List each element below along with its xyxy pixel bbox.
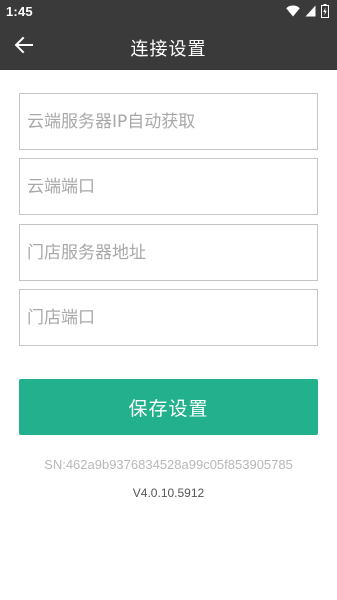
cloud-server-ip-input[interactable]	[20, 94, 317, 149]
store-server-address-input[interactable]	[20, 225, 317, 280]
save-settings-button[interactable]: 保存设置	[19, 379, 318, 435]
store-port-field	[19, 289, 318, 346]
cloud-port-input[interactable]	[20, 159, 317, 214]
serial-number: SN:462a9b9376834528a99c05f853905785	[44, 457, 293, 472]
status-time: 1:45	[6, 4, 33, 19]
store-port-input[interactable]	[20, 290, 317, 345]
toolbar: 连接设置	[0, 23, 337, 70]
cloud-server-ip-field	[19, 93, 318, 150]
status-icons	[286, 4, 329, 18]
battery-charging-icon	[321, 4, 329, 18]
app-version: V4.0.10.5912	[132, 486, 205, 500]
cloud-port-field	[19, 158, 318, 215]
connection-settings-screen: 1:45 连接设置 云端服务器IP自动获取 云端端口 门店服务器地址 门店端口 …	[0, 0, 337, 600]
store-server-address-field	[19, 224, 318, 281]
page-title: 连接设置	[130, 39, 207, 60]
signal-icon	[305, 5, 316, 17]
wifi-icon	[286, 5, 300, 17]
status-bar: 1:45	[0, 0, 337, 23]
